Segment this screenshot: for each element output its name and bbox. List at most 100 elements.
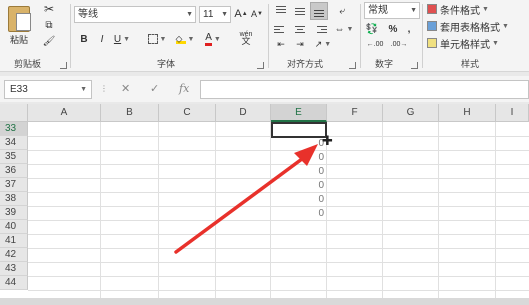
format-as-table-label: 套用表格格式	[440, 22, 500, 34]
align-left-icon[interactable]	[274, 22, 288, 36]
row-header-40[interactable]: 40	[0, 220, 28, 234]
cut-icon[interactable]: ✂	[42, 2, 56, 16]
font-color-label: A	[205, 32, 212, 46]
chevron-down-icon: ▼	[213, 35, 221, 43]
comma-button[interactable]: ,	[403, 22, 415, 36]
cell-e36[interactable]: 0	[280, 165, 324, 178]
decrease-indent-icon[interactable]: ⇤	[274, 38, 288, 50]
row-header-38[interactable]: 38	[0, 192, 28, 206]
font-name-select[interactable]: 等线 ▼	[74, 6, 196, 23]
grid-line	[28, 206, 529, 207]
cancel-entry-icon[interactable]: ✕	[121, 82, 130, 95]
grow-font-button[interactable]: A ▲	[234, 7, 248, 21]
styles-group-label: 样式	[461, 59, 480, 69]
grow-font-label: A	[234, 8, 242, 20]
number-format-value: 常规	[368, 5, 388, 16]
formula-input[interactable]	[200, 80, 529, 99]
alignment-launcher-icon[interactable]	[349, 62, 356, 69]
column-header-g[interactable]: G	[383, 104, 439, 122]
red-arrow-annotation	[174, 144, 318, 254]
increase-indent-icon[interactable]: ⇥	[293, 38, 307, 50]
align-top-icon[interactable]	[274, 4, 288, 18]
clipboard-group-label: 剪贴板	[14, 59, 42, 69]
format-painter-icon[interactable]: 🖌	[42, 34, 56, 48]
number-group-label: 数字	[375, 59, 394, 69]
row-header-37[interactable]: 37	[0, 178, 28, 192]
ribbon: 粘贴 ✂ ⧉ 🖌 剪贴板 等线 ▼ 11 ▼ A ▲ A ▼ B I U ▼ ▼ ⬦ ▼…	[0, 0, 529, 72]
column-header-d[interactable]: D	[216, 104, 271, 122]
row-header-35[interactable]: 35	[0, 150, 28, 164]
grid-line	[28, 192, 529, 193]
number-format-select[interactable]: 常规 ▼	[364, 2, 420, 19]
merge-center-icon[interactable]: ⇔ ▼	[335, 22, 354, 36]
column-header-f[interactable]: F	[327, 104, 383, 122]
cell-e39[interactable]: 0	[280, 207, 324, 220]
fill-handle-cursor-icon[interactable]: ✚	[322, 134, 333, 147]
align-right-icon[interactable]	[313, 22, 327, 36]
accounting-format-icon[interactable]: 💱	[363, 22, 381, 36]
chevron-down-icon: ▼	[159, 35, 167, 43]
phonetic-button[interactable]: wén 文	[233, 30, 259, 46]
confirm-entry-icon[interactable]: ✓	[150, 82, 159, 95]
row-header-39[interactable]: 39	[0, 206, 28, 220]
font-group: 等线 ▼ 11 ▼ A ▲ A ▼ B I U ▼ ▼ ⬦ ▼ A ▼ wén 文 字体	[71, 0, 267, 72]
spreadsheet-grid[interactable]: A B C D E F G H I 33 34 35 36 37 38 39 4…	[0, 104, 529, 305]
row-header-34[interactable]: 34	[0, 136, 28, 150]
row-header-44[interactable]: 44	[0, 276, 28, 290]
clipboard-launcher-icon[interactable]	[60, 62, 67, 69]
name-box-value: E33	[10, 84, 28, 95]
borders-button[interactable]: ▼	[147, 32, 167, 46]
row-header-41[interactable]: 41	[0, 234, 28, 248]
align-bottom-icon[interactable]	[310, 2, 328, 20]
paste-icon[interactable]	[8, 6, 31, 32]
copy-icon[interactable]: ⧉	[42, 18, 56, 32]
font-name-value: 等线	[78, 9, 98, 20]
italic-button[interactable]: I	[95, 32, 109, 46]
conditional-format-button[interactable]: 条件格式 ▼	[427, 2, 489, 17]
alignment-group: ⤶ ⇔ ▼ ⇤ ⇥ ↗ ▼ 对齐方式	[269, 0, 360, 72]
column-header-c[interactable]: C	[159, 104, 216, 122]
row-header-43[interactable]: 43	[0, 262, 28, 276]
decrease-decimal-icon[interactable]: .00→	[389, 38, 409, 50]
cell-e35[interactable]: 0	[280, 151, 324, 164]
number-launcher-icon[interactable]	[411, 62, 418, 69]
align-middle-icon[interactable]	[293, 4, 307, 18]
increase-decimal-icon[interactable]: ←.00	[365, 38, 385, 50]
formula-bar: E33 ▼ ⋮ ✕ ✓ fx	[0, 76, 529, 102]
column-header-b[interactable]: B	[101, 104, 159, 122]
underline-button[interactable]: U ▼	[113, 32, 131, 46]
column-header-a[interactable]: A	[28, 104, 101, 122]
conditional-format-icon	[427, 4, 437, 14]
percent-button[interactable]: %	[387, 22, 399, 36]
name-box[interactable]: E33 ▼	[4, 80, 92, 99]
cell-e37[interactable]: 0	[280, 179, 324, 192]
chevron-down-icon: ▼	[221, 11, 228, 18]
select-all-corner[interactable]	[0, 104, 28, 122]
bold-button[interactable]: B	[77, 32, 91, 46]
column-header-i[interactable]: I	[496, 104, 529, 122]
font-launcher-icon[interactable]	[257, 62, 264, 69]
row-header-42[interactable]: 42	[0, 248, 28, 262]
fill-color-button[interactable]: ⬦ ▼	[175, 32, 195, 46]
paste-button-label[interactable]: 粘贴	[10, 33, 28, 46]
format-as-table-button[interactable]: 套用表格格式 ▼	[427, 19, 509, 34]
active-cell-e33[interactable]	[271, 122, 327, 138]
column-header-e[interactable]: E	[271, 104, 327, 122]
row-header-33[interactable]: 33	[0, 122, 28, 136]
underline-label: U	[113, 33, 122, 45]
column-header-h[interactable]: H	[439, 104, 496, 122]
chevron-down-icon: ▼	[123, 35, 131, 43]
cell-e38[interactable]: 0	[280, 193, 324, 206]
align-center-icon[interactable]	[293, 22, 307, 36]
row-header-36[interactable]: 36	[0, 164, 28, 178]
wrap-text-icon[interactable]: ⤶	[335, 4, 349, 18]
cell-styles-button[interactable]: 单元格样式 ▼	[427, 36, 499, 51]
shrink-font-button[interactable]: A ▼	[250, 7, 264, 21]
orientation-icon[interactable]: ↗ ▼	[313, 38, 333, 50]
cell-e34[interactable]: 0	[280, 137, 324, 150]
alignment-group-label: 对齐方式	[287, 59, 324, 69]
conditional-format-label: 条件格式	[440, 5, 480, 17]
insert-function-icon[interactable]: fx	[179, 82, 189, 95]
font-color-button[interactable]: A ▼	[203, 32, 223, 46]
font-size-select[interactable]: 11 ▼	[199, 6, 231, 23]
